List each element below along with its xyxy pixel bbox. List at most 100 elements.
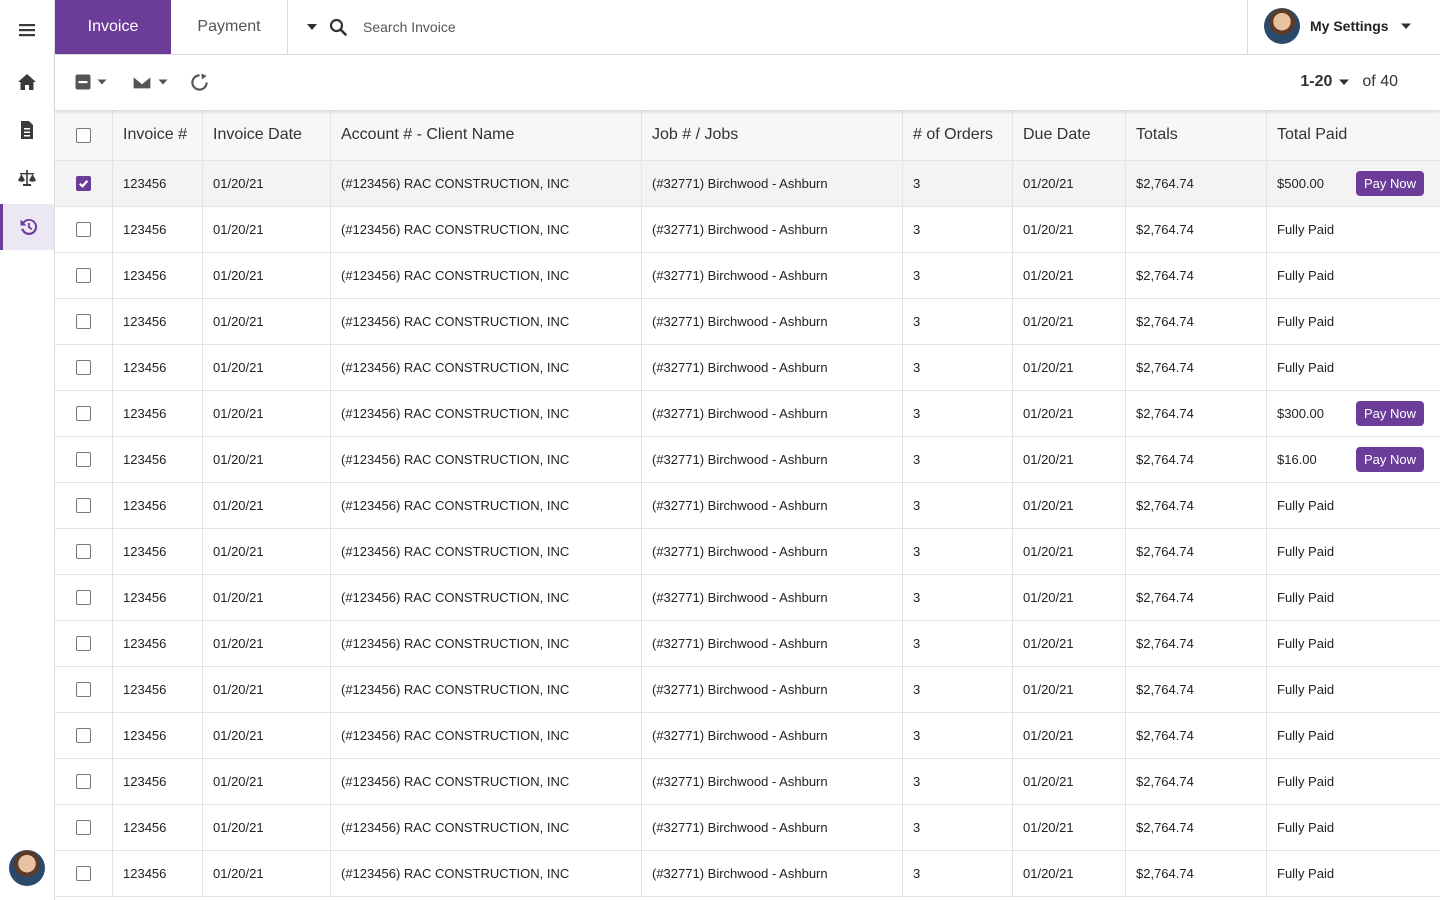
total-paid-value: Fully Paid	[1277, 728, 1335, 743]
my-settings-menu[interactable]: My Settings	[1247, 0, 1440, 54]
row-checkbox[interactable]	[76, 222, 91, 237]
cell-invoice-number: 123456	[112, 759, 202, 804]
table-row[interactable]: 123456 01/20/21 (#123456) RAC CONSTRUCTION…	[55, 529, 1440, 575]
invoice-table: Invoice # Invoice Date Account # - Clien…	[55, 110, 1440, 897]
tab-payment[interactable]: Payment	[171, 0, 288, 54]
cell-total-paid: Fully Paid	[1266, 713, 1440, 758]
pay-now-button[interactable]: Pay Now	[1355, 171, 1424, 196]
row-checkbox[interactable]	[76, 728, 91, 743]
cell-account-client: (#123456) RAC CONSTRUCTION, INC	[330, 253, 641, 298]
cell-order-count: 3	[902, 345, 1012, 390]
cell-order-count: 3	[902, 207, 1012, 252]
nav-documents[interactable]	[0, 107, 54, 153]
cell-invoice-date: 01/20/21	[202, 713, 330, 758]
toolbar: 1-20 of 40	[55, 55, 1440, 110]
row-checkbox-cell	[55, 207, 112, 252]
table-row[interactable]: 123456 01/20/21 (#123456) RAC CONSTRUCTION…	[55, 759, 1440, 805]
row-checkbox[interactable]	[76, 636, 91, 651]
row-checkbox[interactable]	[76, 682, 91, 697]
refresh-icon	[191, 72, 208, 91]
table-row[interactable]: 123456 01/20/21 (#123456) RAC CONSTRUCTION…	[55, 391, 1440, 437]
row-checkbox[interactable]	[76, 498, 91, 513]
cell-total-paid: Fully Paid	[1266, 253, 1440, 298]
total-paid-value: Fully Paid	[1277, 544, 1335, 559]
user-avatar-rail[interactable]	[9, 850, 45, 886]
cell-invoice-date: 01/20/21	[202, 851, 330, 896]
row-checkbox-cell	[55, 253, 112, 298]
column-header-invoice-date[interactable]: Invoice Date	[202, 110, 330, 160]
column-header-invoice[interactable]: Invoice #	[112, 110, 202, 160]
menu-icon	[19, 24, 35, 37]
cell-invoice-number: 123456	[112, 621, 202, 666]
my-settings-label: My Settings	[1310, 18, 1389, 34]
select-all-dropdown[interactable]	[75, 71, 107, 93]
column-header-account[interactable]: Account # - Client Name	[330, 110, 641, 160]
row-checkbox[interactable]	[76, 866, 91, 881]
nav-home[interactable]	[0, 59, 54, 105]
select-all-checkbox[interactable]	[76, 127, 91, 143]
search-input[interactable]	[355, 14, 1215, 40]
cell-invoice-date: 01/20/21	[202, 299, 330, 344]
cell-job: (#32771) Birchwood - Ashburn	[641, 805, 902, 850]
row-checkbox[interactable]	[76, 820, 91, 835]
row-checkbox[interactable]	[76, 314, 91, 329]
cell-invoice-number: 123456	[112, 575, 202, 620]
row-checkbox[interactable]	[76, 406, 91, 421]
column-header-total-paid[interactable]: Total Paid	[1266, 110, 1440, 160]
cell-job: (#32771) Birchwood - Ashburn	[641, 483, 902, 528]
table-row[interactable]: 123456 01/20/21 (#123456) RAC CONSTRUCTION…	[55, 575, 1440, 621]
pay-now-button[interactable]: Pay Now	[1355, 447, 1424, 472]
search-filter-caret-icon[interactable]	[305, 20, 319, 34]
table-row[interactable]: 123456 01/20/21 (#123456) RAC CONSTRUCTION…	[55, 299, 1440, 345]
email-dropdown[interactable]	[132, 71, 168, 93]
nav-balance[interactable]	[0, 155, 54, 201]
row-checkbox-cell	[55, 437, 112, 482]
page-range-select[interactable]: 1-20	[1300, 73, 1332, 91]
pay-now-button[interactable]: Pay Now	[1355, 401, 1424, 426]
refresh-button[interactable]	[190, 71, 209, 93]
cell-account-client: (#123456) RAC CONSTRUCTION, INC	[330, 391, 641, 436]
row-checkbox[interactable]	[76, 590, 91, 605]
row-checkbox[interactable]	[76, 360, 91, 375]
cell-due-date: 01/20/21	[1012, 575, 1125, 620]
cell-account-client: (#123456) RAC CONSTRUCTION, INC	[330, 621, 641, 666]
table-row[interactable]: 123456 01/20/21 (#123456) RAC CONSTRUCTION…	[55, 253, 1440, 299]
chevron-down-icon[interactable]	[1338, 76, 1350, 88]
cell-job: (#32771) Birchwood - Ashburn	[641, 437, 902, 482]
cell-invoice-date: 01/20/21	[202, 575, 330, 620]
cell-total: $2,764.74	[1125, 575, 1266, 620]
table-row[interactable]: 123456 01/20/21 (#123456) RAC CONSTRUCTION…	[55, 713, 1440, 759]
table-row[interactable]: 123456 01/20/21 (#123456) RAC CONSTRUCTION…	[55, 345, 1440, 391]
row-checkbox[interactable]	[76, 268, 91, 283]
column-header-due-date[interactable]: Due Date	[1012, 110, 1125, 160]
cell-total-paid: Fully Paid	[1266, 575, 1440, 620]
table-row[interactable]: 123456 01/20/21 (#123456) RAC CONSTRUCTION…	[55, 437, 1440, 483]
cell-total: $2,764.74	[1125, 253, 1266, 298]
cell-account-client: (#123456) RAC CONSTRUCTION, INC	[330, 713, 641, 758]
column-header-totals[interactable]: Totals	[1125, 110, 1266, 160]
row-checkbox-cell	[55, 345, 112, 390]
cell-invoice-number: 123456	[112, 437, 202, 482]
row-checkbox[interactable]	[76, 544, 91, 559]
row-checkbox[interactable]	[76, 176, 91, 191]
cell-total-paid: Fully Paid	[1266, 483, 1440, 528]
row-checkbox[interactable]	[76, 452, 91, 467]
cell-account-client: (#123456) RAC CONSTRUCTION, INC	[330, 299, 641, 344]
cell-order-count: 3	[902, 667, 1012, 712]
nav-history[interactable]	[0, 204, 54, 250]
row-checkbox[interactable]	[76, 774, 91, 789]
table-row[interactable]: 123456 01/20/21 (#123456) RAC CONSTRUCTION…	[55, 483, 1440, 529]
table-row[interactable]: 123456 01/20/21 (#123456) RAC CONSTRUCTION…	[55, 161, 1440, 207]
table-row[interactable]: 123456 01/20/21 (#123456) RAC CONSTRUCTION…	[55, 621, 1440, 667]
table-row[interactable]: 123456 01/20/21 (#123456) RAC CONSTRUCTION…	[55, 851, 1440, 897]
column-header-orders[interactable]: # of Orders	[902, 110, 1012, 160]
cell-job: (#32771) Birchwood - Ashburn	[641, 575, 902, 620]
menu-button[interactable]	[0, 7, 54, 53]
tab-invoice[interactable]: Invoice	[55, 0, 171, 54]
cell-total-paid: Fully Paid	[1266, 207, 1440, 252]
table-row[interactable]: 123456 01/20/21 (#123456) RAC CONSTRUCTION…	[55, 207, 1440, 253]
cell-account-client: (#123456) RAC CONSTRUCTION, INC	[330, 437, 641, 482]
table-row[interactable]: 123456 01/20/21 (#123456) RAC CONSTRUCTION…	[55, 667, 1440, 713]
column-header-job[interactable]: Job # / Jobs	[641, 110, 902, 160]
table-row[interactable]: 123456 01/20/21 (#123456) RAC CONSTRUCTION…	[55, 805, 1440, 851]
